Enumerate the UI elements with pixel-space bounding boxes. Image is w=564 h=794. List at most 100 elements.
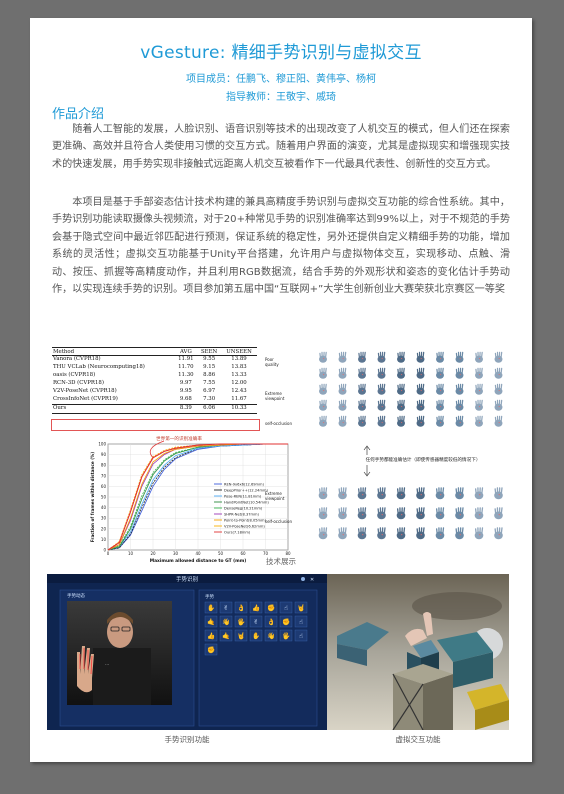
- finger: [325, 383, 327, 390]
- joint-dot: [362, 421, 364, 424]
- finger: [364, 527, 367, 534]
- value-cell: 7.30: [203, 396, 216, 403]
- joint-dot: [440, 421, 442, 424]
- results-table: Method AVG SEEN UNSEEN Vanora (CVPR18) 11…: [52, 347, 257, 414]
- unity-scene: [327, 574, 509, 730]
- finger: [442, 351, 444, 358]
- finger: [461, 399, 464, 406]
- value-cell: 9.68: [179, 396, 192, 403]
- finger: [403, 367, 405, 374]
- joint-dot: [401, 405, 403, 408]
- hand-gesture-icon: 🖐: [237, 617, 245, 626]
- joint-dot: [459, 405, 461, 408]
- intro-paragraph-2: 本项目是基于手部姿态估计技术构建的兼具高精度手势识别与虚拟交互功能的综合性系统。…: [52, 197, 510, 296]
- gesture-row-label: viewpoint: [265, 496, 285, 501]
- joint-dot: [479, 389, 481, 392]
- finger: [481, 415, 483, 422]
- joint-dot: [498, 389, 500, 392]
- app-minimize-icon[interactable]: [301, 577, 305, 581]
- value-cell: 13.83: [231, 364, 247, 371]
- hand-gesture-icon: 👋: [222, 618, 230, 626]
- joint-dot: [323, 373, 325, 376]
- joint-dot: [420, 373, 422, 376]
- joint-dot: [323, 494, 325, 496]
- finger: [500, 487, 503, 494]
- y-tick-label: 80: [101, 463, 107, 468]
- finger: [422, 399, 425, 406]
- col-method: Method: [52, 347, 175, 356]
- finger: [344, 487, 347, 494]
- value-cell: 13.89: [231, 356, 247, 363]
- finger: [383, 383, 386, 390]
- recognition-caption: 手势识别功能: [164, 735, 210, 744]
- joint-dot: [420, 357, 422, 360]
- table-row-ours: Ours 8.39 6.06 10.33: [52, 403, 257, 414]
- joint-dot: [401, 357, 403, 360]
- joint-dot: [459, 514, 461, 516]
- joint-dot: [342, 405, 344, 408]
- finger: [461, 415, 464, 422]
- joint-dot: [362, 514, 364, 516]
- joint-dot: [362, 405, 364, 408]
- joint-dot: [459, 494, 461, 496]
- finger: [403, 527, 406, 534]
- hand-gesture-icon: ✋: [207, 604, 215, 612]
- value-cell: 9.95: [179, 388, 192, 395]
- finger: [325, 487, 328, 494]
- finger: [461, 507, 464, 514]
- joint-dot: [401, 421, 403, 424]
- finger: [461, 487, 464, 494]
- table-row: oasis (CVPR18) 11.30 8.86 13.33: [52, 372, 257, 380]
- app-close-icon[interactable]: ✕: [310, 577, 314, 583]
- hand-gesture-icon: 👌: [267, 618, 275, 626]
- joint-dot: [498, 373, 500, 376]
- section-heading: 作品介绍: [52, 107, 105, 122]
- method-cell: Ours: [52, 403, 175, 414]
- finger: [325, 351, 327, 358]
- finger: [364, 507, 367, 514]
- hand-gesture-icon: ✌: [253, 618, 258, 626]
- finger: [500, 367, 503, 374]
- joint-dot: [323, 357, 325, 360]
- gesture-row-label: viewpoint: [265, 396, 285, 401]
- joint-dot: [440, 373, 442, 376]
- col-seen: SEEN: [197, 347, 222, 356]
- method-cell: THU VCLab (Neurocomputing18): [53, 364, 145, 371]
- finger: [481, 527, 484, 534]
- joint-dot: [459, 389, 461, 392]
- finger: [364, 367, 366, 374]
- joint-dot: [401, 389, 403, 392]
- table-row: Vanora (CVPR18) 11.91 9.55 13.89: [52, 356, 257, 364]
- finger: [325, 507, 328, 514]
- finger: [344, 415, 347, 422]
- joint-dot: [420, 534, 422, 536]
- y-tick-label: 40: [101, 505, 107, 510]
- joint-dot: [479, 405, 481, 408]
- finger: [481, 367, 483, 374]
- finger: [442, 487, 445, 494]
- joint-dot: [362, 534, 364, 536]
- hand-gesture-icon: 👋: [267, 632, 275, 640]
- joint-dot: [479, 494, 481, 496]
- finger: [383, 487, 386, 494]
- members-line: 项目成员：任鹏飞、穆正阳、黄伟亭、杨柯: [186, 74, 376, 85]
- finger: [344, 383, 347, 390]
- joint-dot: [323, 405, 325, 408]
- legend-label: V2V-PoseNet(6.62mm): [224, 525, 265, 529]
- finger: [481, 399, 483, 406]
- joint-dot: [401, 534, 403, 536]
- col-avg: AVG: [174, 347, 198, 356]
- joint-dot: [323, 389, 325, 392]
- finger: [442, 527, 445, 534]
- joint-dot: [323, 514, 325, 516]
- finger: [422, 415, 425, 422]
- joint-dot: [381, 534, 383, 536]
- joint-dot: [362, 373, 364, 376]
- pck-chart: 01020304050607080901000 10 20 30 40 50 60 70 80R…: [90, 435, 291, 564]
- method-cell: CrossInfoNet (CVPR19): [53, 396, 118, 403]
- value-cell: 11.70: [178, 364, 194, 371]
- y-tick-label: 10: [101, 537, 107, 542]
- joint-dot: [342, 357, 344, 360]
- joint-dot: [401, 494, 403, 496]
- value-cell: 6.97: [203, 388, 216, 395]
